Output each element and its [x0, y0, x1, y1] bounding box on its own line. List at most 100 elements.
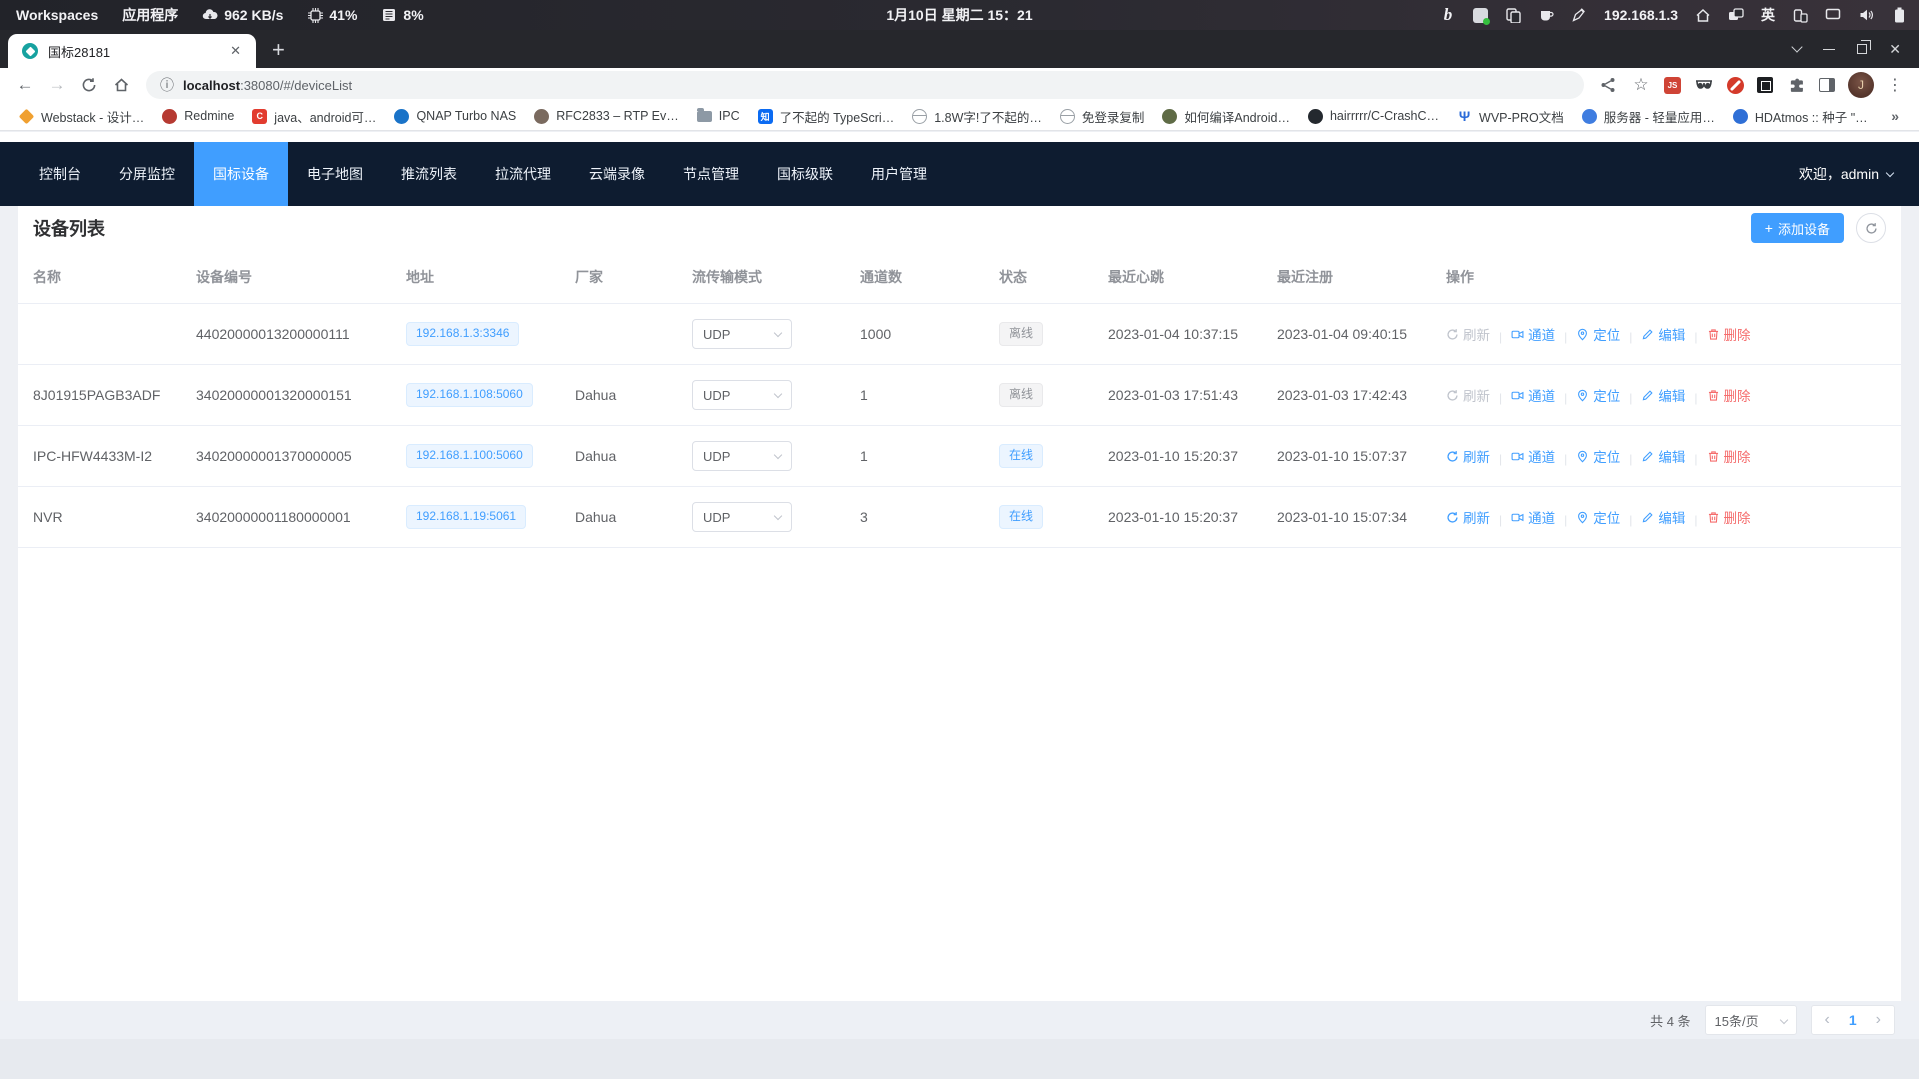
tray-ip-address[interactable]: 192.168.1.3 [1604, 7, 1678, 23]
stream-mode-select[interactable]: UDP [692, 319, 792, 349]
bookmark-item-2[interactable]: Redmine [153, 106, 243, 127]
workspaces-button[interactable]: Workspaces [16, 7, 98, 23]
tab-close-icon[interactable]: ✕ [225, 41, 246, 61]
extension-square-icon[interactable] [1757, 77, 1773, 93]
bookmark-favicon-icon: C [252, 109, 267, 124]
bookmark-item-7[interactable]: 知了不起的 TypeScri… [749, 104, 904, 129]
nav-item-9[interactable]: 国标级联 [758, 142, 852, 206]
row-locate-button[interactable]: 定位 [1576, 385, 1620, 405]
extension-blocker-icon[interactable] [1727, 77, 1744, 94]
new-tab-button[interactable]: + [272, 39, 285, 61]
page-title: 设备列表 [33, 215, 105, 241]
row-channel-button[interactable]: 通道 [1511, 507, 1555, 527]
browser-home-button[interactable] [106, 70, 136, 100]
bookmark-item-1[interactable]: Webstack - 设计… [10, 104, 153, 129]
row-delete-button[interactable]: 删除 [1707, 385, 1751, 405]
home-tray-icon[interactable] [1695, 7, 1711, 23]
bookmark-item-3[interactable]: Cjava、android可… [243, 104, 385, 129]
phone-link-icon[interactable] [1792, 7, 1808, 23]
current-page-button[interactable]: 1 [1843, 1012, 1863, 1028]
nav-item-2[interactable]: 分屏监控 [100, 142, 194, 206]
row-channel-button[interactable]: 通道 [1511, 385, 1555, 405]
row-edit-button[interactable]: 编辑 [1641, 446, 1685, 466]
back-button[interactable]: ← [10, 70, 40, 100]
side-panel-icon[interactable] [1819, 78, 1835, 92]
browser-tray-icon[interactable]: b [1440, 7, 1456, 23]
bookmark-item-6[interactable]: IPC [688, 106, 749, 126]
applications-menu-button[interactable]: 应用程序 [122, 5, 178, 25]
bookmark-item-14[interactable]: HDAtmos :: 种子 "… [1724, 104, 1877, 129]
battery-icon[interactable] [1891, 7, 1907, 23]
minimize-window-button[interactable] [1823, 49, 1835, 50]
nav-item-1[interactable]: 控制台 [20, 142, 100, 206]
volume-icon[interactable] [1858, 7, 1874, 23]
input-language-indicator[interactable]: 英 [1761, 5, 1775, 25]
address-bar[interactable]: ⓘ localhost:38080/#/deviceList [146, 71, 1584, 99]
browser-tab[interactable]: 国标28181 ✕ [8, 34, 256, 68]
row-edit-button[interactable]: 编辑 [1641, 324, 1685, 344]
row-refresh-button[interactable]: 刷新 [1446, 507, 1490, 527]
user-menu[interactable]: 欢迎，admin [1799, 164, 1919, 184]
bookmark-label: java、android可… [274, 107, 376, 126]
row-delete-button[interactable]: 删除 [1707, 507, 1751, 527]
browser-menu-icon[interactable]: ⋮ [1887, 75, 1903, 95]
site-info-icon[interactable]: ⓘ [160, 75, 174, 95]
bookmark-favicon-icon: 知 [758, 109, 773, 124]
page-size-select[interactable]: 15条/页 [1705, 1005, 1797, 1035]
nav-item-5[interactable]: 推流列表 [382, 142, 476, 206]
row-locate-button[interactable]: 定位 [1576, 507, 1620, 527]
stream-mode-cell: UDP [692, 319, 860, 349]
restore-window-button[interactable] [1857, 44, 1867, 54]
row-channel-button[interactable]: 通道 [1511, 324, 1555, 344]
bookmark-star-icon[interactable]: ☆ [1631, 75, 1651, 95]
app-indicator-icon[interactable] [1473, 8, 1488, 23]
workspace-switcher-icon[interactable] [1728, 7, 1744, 23]
bookmark-item-10[interactable]: 如何编译Android… [1153, 104, 1299, 129]
clipboard-copy-icon[interactable] [1505, 7, 1521, 23]
row-delete-button[interactable]: 删除 [1707, 324, 1751, 344]
share-icon[interactable] [1598, 75, 1618, 95]
extension-js-icon[interactable]: JS [1664, 77, 1681, 94]
stream-mode-select[interactable]: UDP [692, 502, 792, 532]
next-page-button[interactable]: › [1863, 1011, 1894, 1029]
forward-button[interactable]: → [42, 70, 72, 100]
caffeine-cup-icon[interactable] [1538, 7, 1554, 23]
bookmark-item-8[interactable]: 1.8W字!了不起的… [903, 104, 1051, 129]
nav-item-4[interactable]: 电子地图 [288, 142, 382, 206]
nav-item-10[interactable]: 用户管理 [852, 142, 946, 206]
row-edit-button[interactable]: 编辑 [1641, 507, 1685, 527]
stream-mode-select[interactable]: UDP [692, 441, 792, 471]
nav-item-7[interactable]: 云端录像 [570, 142, 664, 206]
profile-avatar[interactable]: J [1848, 72, 1874, 98]
nav-item-6[interactable]: 拉流代理 [476, 142, 570, 206]
color-picker-icon[interactable] [1571, 7, 1587, 23]
bookmark-label: 如何编译Android… [1184, 107, 1290, 126]
row-channel-button[interactable]: 通道 [1511, 446, 1555, 466]
close-window-button[interactable]: ✕ [1889, 41, 1901, 58]
bookmark-item-5[interactable]: RFC2833 – RTP Ev… [525, 106, 688, 127]
refresh-list-button[interactable] [1856, 213, 1886, 243]
row-locate-button[interactable]: 定位 [1576, 324, 1620, 344]
row-refresh-button[interactable]: 刷新 [1446, 446, 1490, 466]
bookmark-item-4[interactable]: QNAP Turbo NAS [385, 106, 525, 127]
reload-button[interactable] [74, 70, 104, 100]
extensions-puzzle-icon[interactable] [1786, 75, 1806, 95]
bookmark-item-11[interactable]: hairrrrr/C-CrashC… [1299, 106, 1448, 127]
bookmark-item-13[interactable]: 服务器 - 轻量应用… [1573, 104, 1724, 129]
stream-mode-select[interactable]: UDP [692, 380, 792, 410]
bookmarks-overflow-icon[interactable]: » [1891, 108, 1909, 124]
clock-calendar-button[interactable]: 1月10日 星期二 15：21 [886, 7, 1032, 23]
bookmark-item-9[interactable]: 免登录复制 [1051, 104, 1154, 129]
row-edit-button[interactable]: 编辑 [1641, 385, 1685, 405]
row-locate-button[interactable]: 定位 [1576, 446, 1620, 466]
bookmark-item-12[interactable]: ΨWVP-PRO文档 [1448, 104, 1573, 129]
row-delete-button[interactable]: 删除 [1707, 446, 1751, 466]
action-separator: | [1499, 513, 1502, 527]
tab-search-chevron-icon[interactable] [1792, 41, 1803, 52]
nav-item-3[interactable]: 国标设备 [194, 142, 288, 206]
display-icon[interactable] [1825, 7, 1841, 23]
nav-item-8[interactable]: 节点管理 [664, 142, 758, 206]
prev-page-button[interactable]: ‹ [1812, 1011, 1843, 1029]
extension-mask-icon[interactable] [1694, 75, 1714, 95]
add-device-button[interactable]: + 添加设备 [1751, 213, 1844, 243]
